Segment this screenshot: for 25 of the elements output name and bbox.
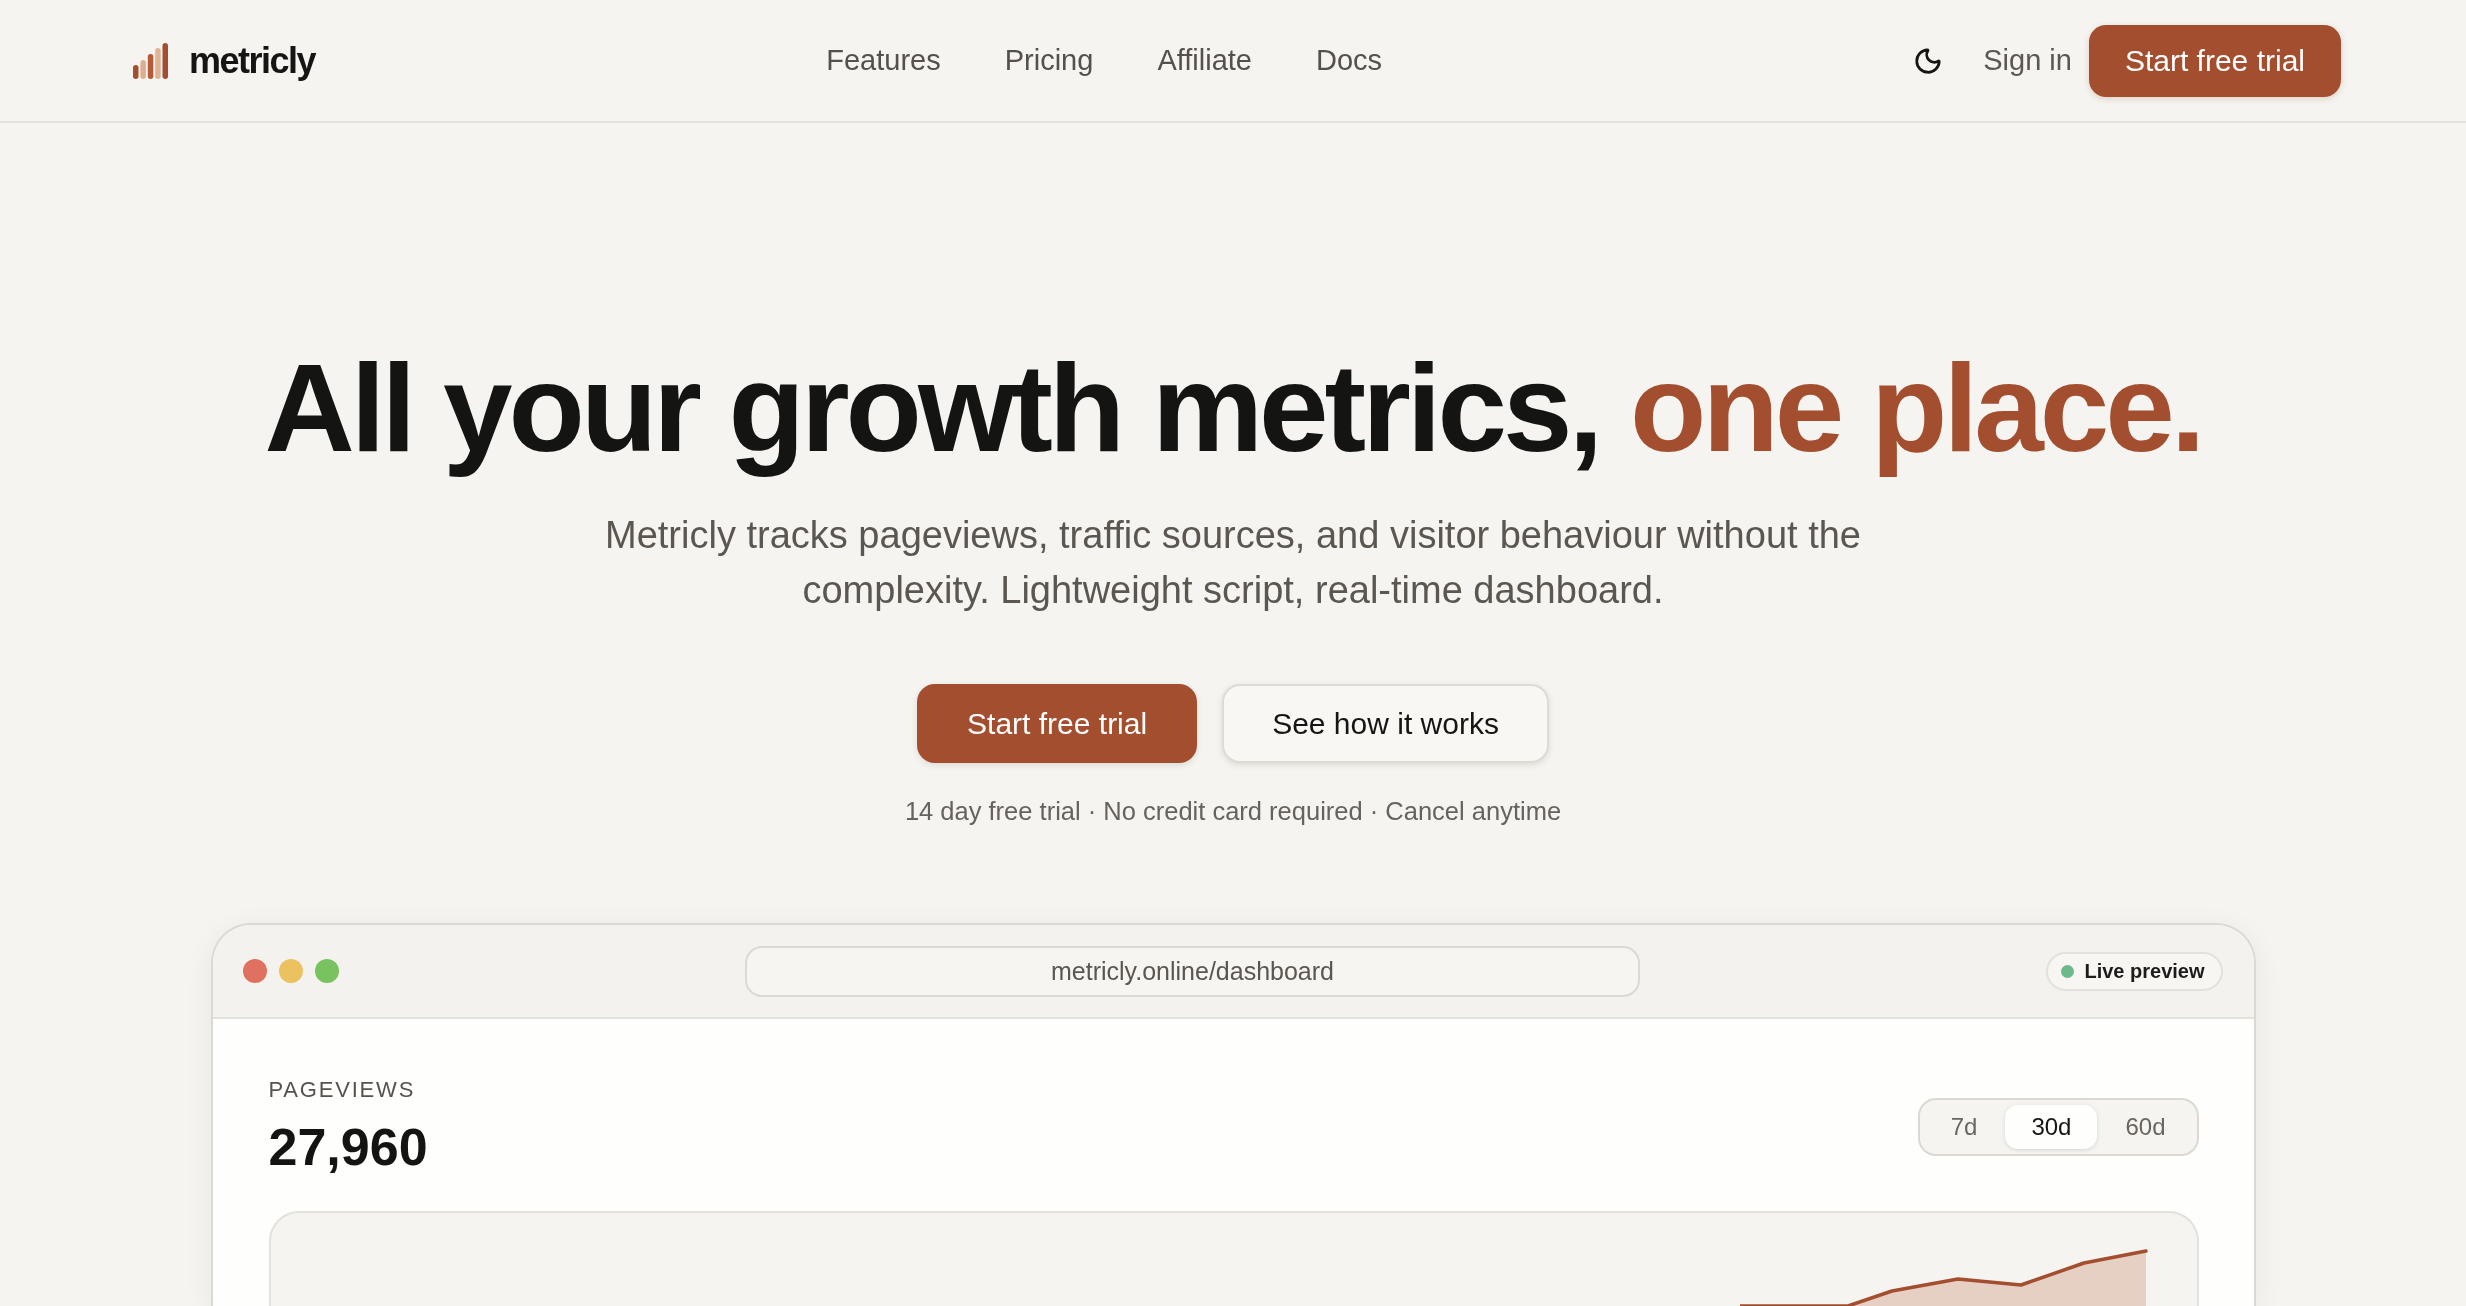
status-dot-icon bbox=[2061, 964, 2075, 978]
range-tab[interactable]: 60d bbox=[2099, 1105, 2192, 1149]
hero-subtitle: Metricly tracks pageviews, traffic sources, and visitor behaviour without the complexity. Lightweight script, real-time dashboard. bbox=[604, 513, 1862, 613]
url-field: metricly.online/dashboard bbox=[744, 945, 1640, 997]
moon-icon[interactable] bbox=[1913, 45, 1944, 76]
nav-link[interactable]: Affiliate bbox=[1157, 46, 1252, 75]
window-control-icon bbox=[278, 959, 303, 983]
bar-chart-logo-icon bbox=[133, 42, 168, 79]
window-control-icon bbox=[314, 959, 339, 983]
nav-link[interactable]: Pricing bbox=[1004, 46, 1094, 75]
brand-name[interactable]: metricly bbox=[189, 42, 316, 79]
range-tab[interactable]: 7d bbox=[1924, 1105, 2004, 1149]
badge-label: Live preview bbox=[2084, 959, 2205, 983]
metric-label: PAGEVIEWS bbox=[268, 1077, 417, 1103]
window-control-icon bbox=[242, 959, 267, 983]
hero-headline: All your growth metrics, one place. bbox=[264, 339, 2202, 476]
range-tab[interactable]: 30d bbox=[2005, 1105, 2098, 1149]
nav-link[interactable]: Features bbox=[826, 46, 941, 75]
metric-value: 27,960 bbox=[268, 1117, 428, 1177]
sign-in-link[interactable]: Sign in bbox=[1983, 46, 2072, 75]
nav-link[interactable]: Docs bbox=[1315, 46, 1383, 75]
start-trial-button[interactable]: Start free trial bbox=[917, 684, 1198, 763]
how-it-works-button[interactable]: See how it works bbox=[1222, 684, 1549, 763]
start-trial-button[interactable]: Start free trial bbox=[2088, 24, 2341, 97]
trial-note: 14 day free trial · No credit card required · Cancel anytime bbox=[904, 796, 1562, 826]
